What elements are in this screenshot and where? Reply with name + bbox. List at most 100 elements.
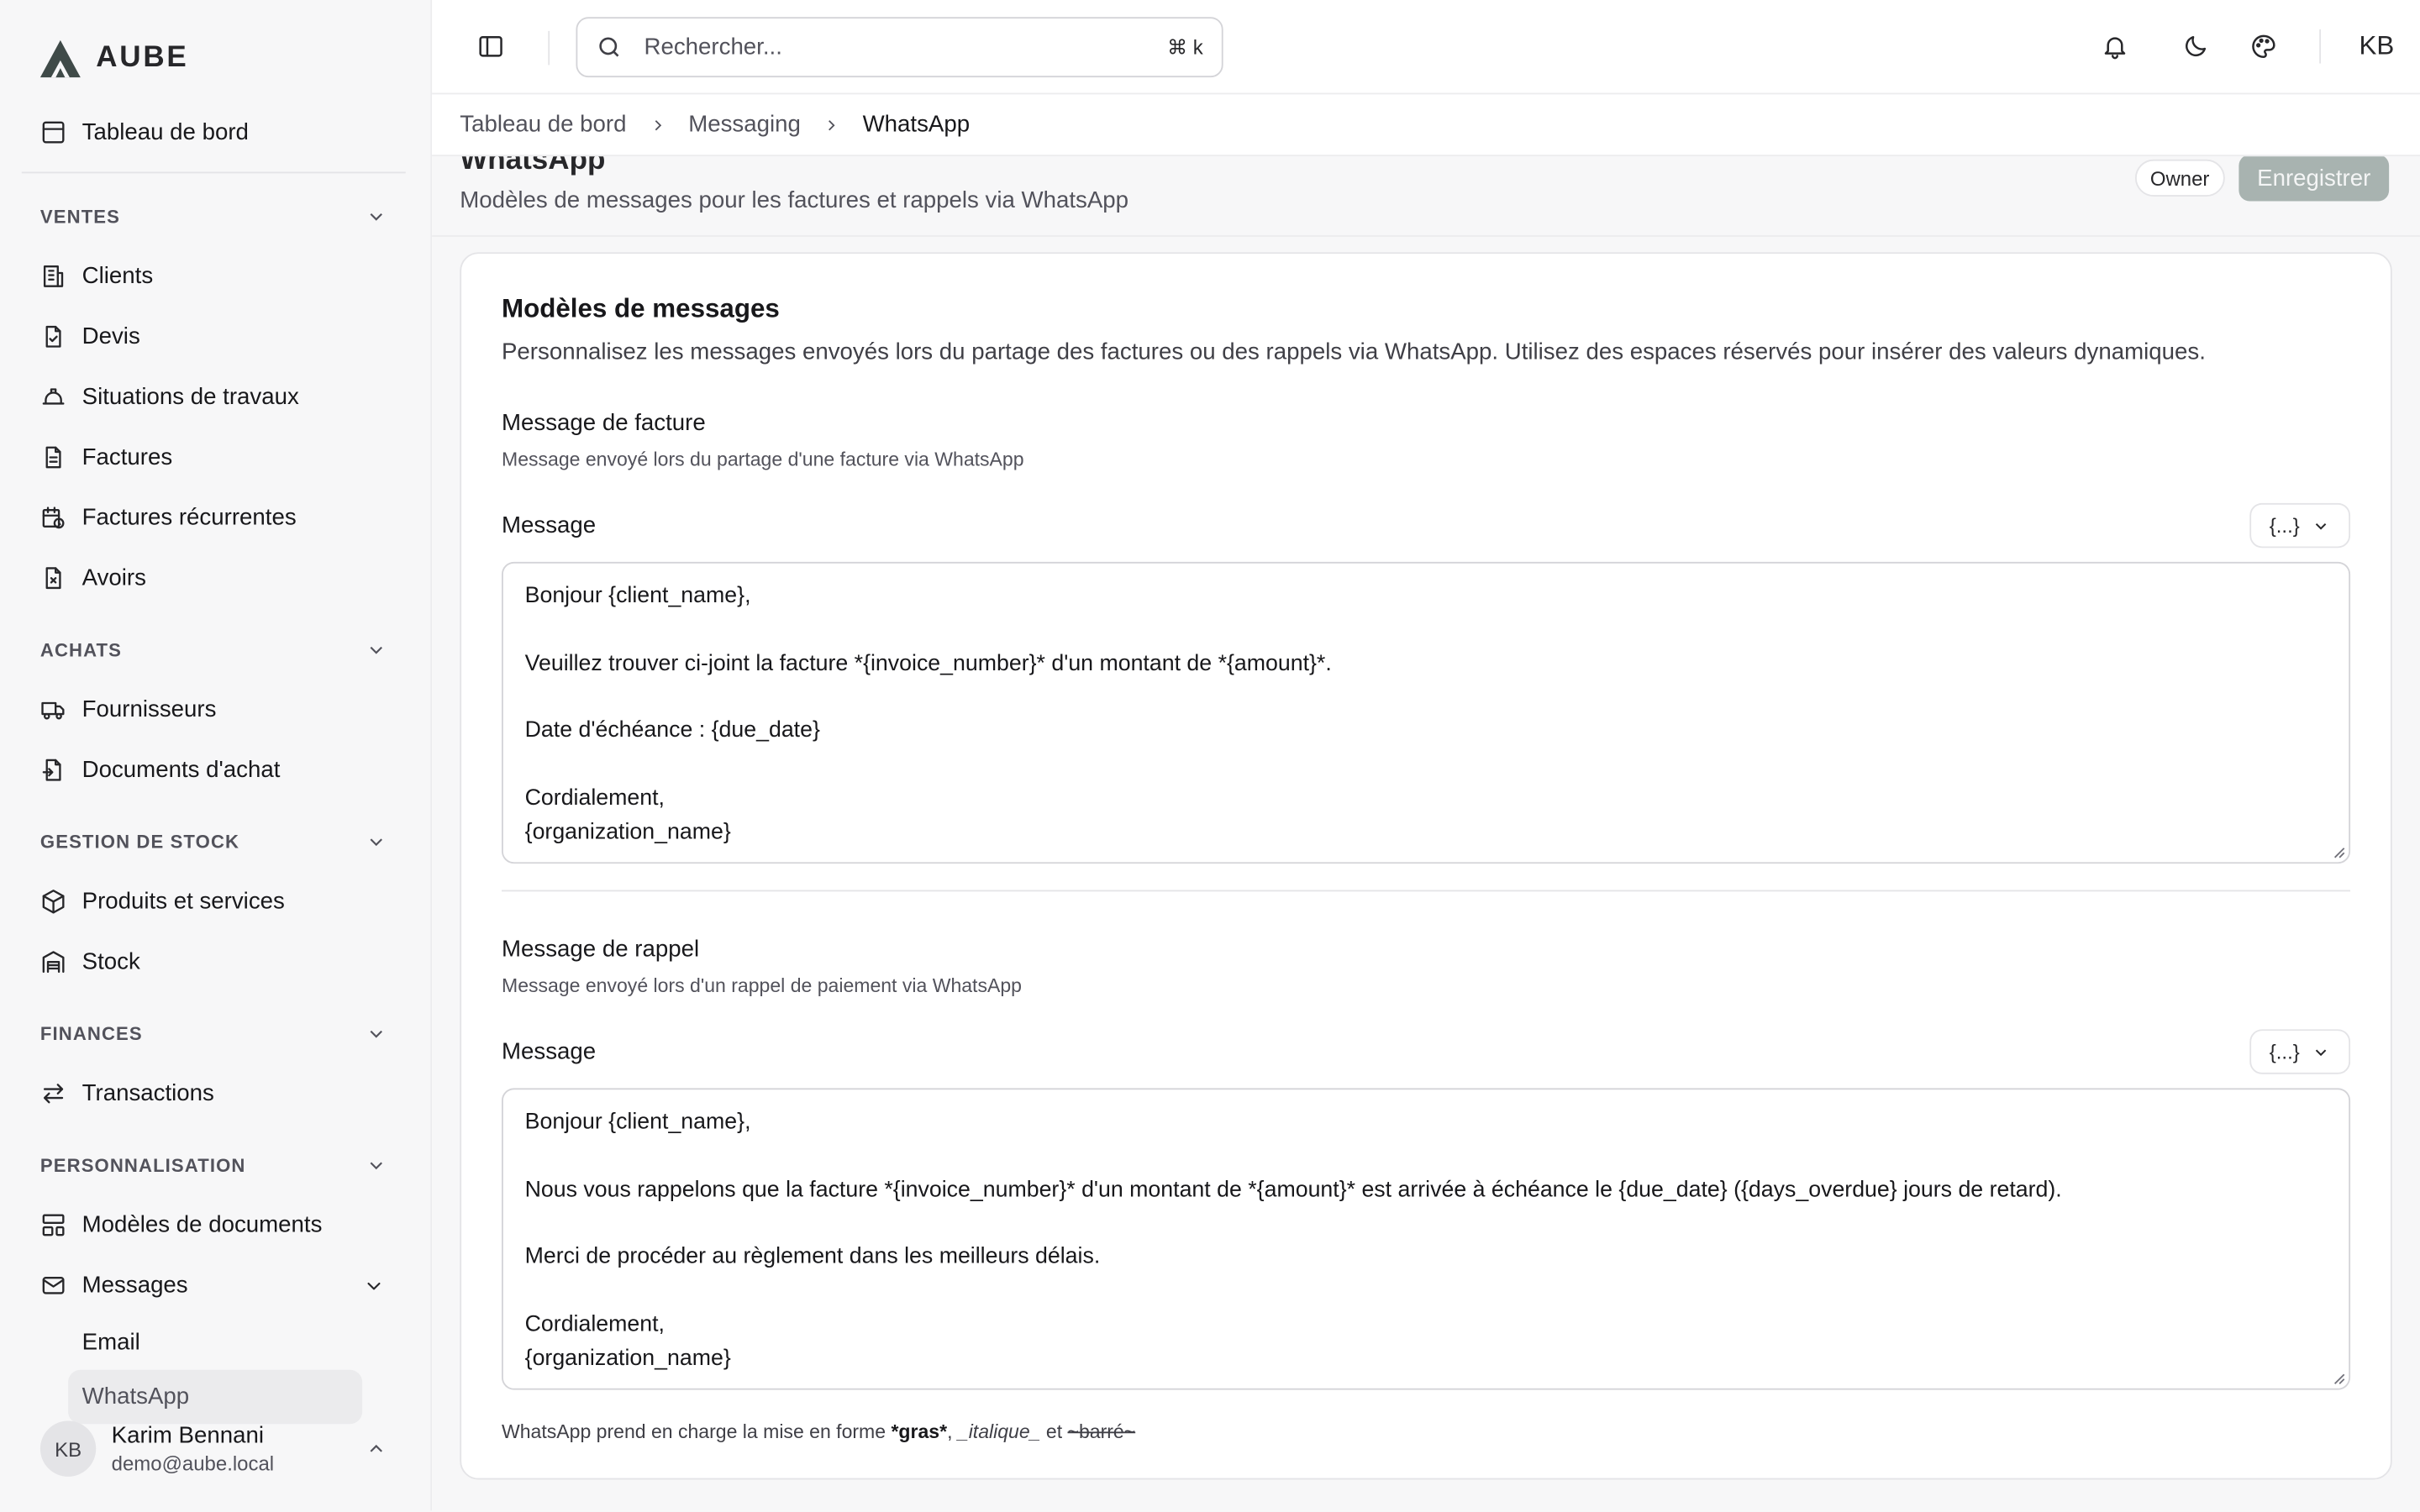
user-name: Karim Bennani [111, 1422, 264, 1449]
resize-handle-icon[interactable] [2330, 843, 2345, 858]
chevron-right-icon [654, 119, 661, 130]
invoice-hint: Message envoyé lors du partage d'une fac… [502, 449, 1024, 471]
page-subtitle: Modèles de messages pour les factures et… [460, 186, 1129, 214]
sidebar-item-label: Fournisseurs [82, 696, 217, 723]
reminder-section: Message de rappel Message envoyé lors d'… [502, 937, 2351, 1390]
save-button[interactable]: Enregistrer [2238, 156, 2390, 202]
invoice-message-textarea[interactable]: Bonjour {client_name}, Veuillez trouver … [502, 561, 2351, 864]
role-badge: Owner [2134, 159, 2225, 197]
sidebar-item-avoirs[interactable]: Avoirs [22, 548, 406, 608]
card-title: Modèles de messages [502, 294, 780, 324]
sidebar-item-produits[interactable]: Produits et services [22, 871, 406, 932]
sidebar-item-clients[interactable]: Clients [22, 246, 406, 307]
logo-text: AUBE [96, 41, 189, 75]
sidebar-item-fournisseurs[interactable]: Fournisseurs [22, 680, 406, 740]
breadcrumb-item[interactable]: Messaging [688, 112, 801, 138]
messages-item-content: Messages [40, 1273, 188, 1299]
page-header: WhatsApp Modèles de messages pour les fa… [432, 156, 2420, 237]
topbar-divider [2319, 29, 2322, 64]
palette-icon [2252, 34, 2275, 58]
page-title: WhatsApp [460, 156, 606, 177]
sidebar-divider [22, 995, 406, 997]
calendar-clock-icon [42, 507, 65, 529]
section-finances[interactable]: FINANCES [22, 1003, 406, 1063]
chevron-right-icon [829, 119, 835, 130]
bell-icon [2104, 37, 2126, 60]
breadcrumb-item[interactable]: Tableau de bord [460, 112, 626, 138]
chevron-down-icon [370, 1029, 382, 1037]
topbar-divider [548, 30, 550, 66]
breadcrumb-current: WhatsApp [862, 111, 971, 138]
section-ventes[interactable]: VENTES [22, 186, 406, 246]
content-area: Modèles de messages Personnalisez les me… [432, 236, 2420, 1511]
sidebar-item-dashboard[interactable]: Tableau de bord [22, 102, 406, 163]
user-email: demo@aube.local [111, 1452, 275, 1475]
reminder-message-text: Bonjour {client_name}, Nous vous rappelo… [524, 1110, 2062, 1371]
section-gestion-stock[interactable]: GESTION DE STOCK [22, 811, 406, 872]
user-menu[interactable]: KB Karim Bennani demo@aube.local [22, 1409, 406, 1489]
sidebar-divider [22, 803, 406, 805]
user-avatar-button[interactable]: KB [2349, 31, 2404, 62]
resize-handle-icon[interactable] [2330, 1370, 2345, 1385]
card-description: Personnalisez les messages envoyés lors … [502, 339, 2206, 365]
chevron-down-icon [370, 1161, 382, 1169]
sidebar-item-factures[interactable]: Factures [22, 428, 406, 488]
palette-button[interactable] [2236, 18, 2291, 74]
reminder-message-label: Message [502, 1038, 597, 1065]
sidebar-toggle-button[interactable] [463, 18, 518, 74]
sidebar-subitem-email[interactable]: Email [22, 1315, 406, 1369]
reminder-variables-button[interactable]: {...} [2249, 1029, 2351, 1074]
sidebar-item-modeles-documents[interactable]: Modèles de documents [22, 1194, 406, 1255]
footnote-text: WhatsApp prend en charge la mise en form… [502, 1420, 892, 1443]
sidebar-item-label: Situations de travaux [82, 383, 299, 411]
chevron-down-icon [2316, 1048, 2327, 1056]
sidebar-item-messages[interactable]: Messages [22, 1255, 406, 1315]
sidebar-item-factures-recurrentes[interactable]: Factures récurrentes [22, 487, 406, 548]
chevron-down-icon [2316, 522, 2327, 529]
app-logo[interactable]: AUBE [22, 15, 406, 102]
section-achats[interactable]: ACHATS [22, 619, 406, 680]
sidebar-item-devis[interactable]: Devis [22, 307, 406, 367]
aube-logo-icon [39, 39, 81, 78]
sidebar-divider [21, 171, 406, 174]
sidebar-item-label: Messages [82, 1272, 188, 1299]
file-text-icon [45, 446, 61, 469]
sidebar-item-label: Factures récurrentes [82, 504, 297, 532]
footnote-bold: *gras* [891, 1420, 948, 1443]
invoice-message-row: Message {...} [502, 502, 2351, 549]
invoice-section: Message de facture Message envoyé lors d… [502, 410, 2351, 864]
search-placeholder: Rechercher... [644, 34, 782, 60]
sidebar-item-documents-achat[interactable]: Documents d'achat [22, 740, 406, 801]
invoice-variables-button[interactable]: {...} [2249, 502, 2351, 549]
sidebar-divider [22, 612, 406, 613]
section-title: VENTES [39, 205, 121, 227]
sidebar-item-label: Factures [82, 444, 173, 471]
sidebar-item-label: Devis [82, 323, 140, 350]
formatting-footnote: WhatsApp prend en charge la mise en form… [502, 1421, 2350, 1443]
mail-icon [42, 1276, 65, 1294]
dashboard-icon [42, 121, 65, 144]
chevron-down-icon [370, 645, 382, 654]
sidebar: AUBE Tableau de bord VENTES Clients Devi… [0, 0, 431, 1511]
theme-toggle-button[interactable] [2168, 18, 2223, 74]
variables-label: {...} [2269, 513, 2300, 538]
truck-icon [41, 701, 65, 720]
avatar: KB [39, 1420, 97, 1477]
sidebar-item-situations[interactable]: Situations de travaux [22, 367, 406, 428]
main-content: Rechercher... ⌘ k KB Tableau de bord Mes… [430, 0, 2420, 1511]
panel-left-icon [479, 35, 502, 57]
section-personnalisation[interactable]: PERSONNALISATION [22, 1135, 406, 1195]
sidebar-item-stock[interactable]: Stock [22, 932, 406, 992]
footnote-italic: _italique_ [957, 1420, 1041, 1443]
sidebar-item-transactions[interactable]: Transactions [22, 1063, 406, 1124]
reminder-message-textarea[interactable]: Bonjour {client_name}, Nous vous rappelo… [502, 1088, 2351, 1390]
chevron-up-icon [370, 1444, 382, 1452]
sidebar-item-label: Transactions [82, 1080, 214, 1107]
footnote-separator: , [947, 1420, 958, 1443]
notifications-button[interactable] [2087, 18, 2143, 74]
invoice-message-text: Bonjour {client_name}, Veuillez trouver … [524, 583, 1332, 845]
search-icon [599, 37, 619, 57]
search-input[interactable]: Rechercher... ⌘ k [576, 17, 1223, 78]
breadcrumb: Tableau de bord Messaging WhatsApp [432, 94, 2420, 157]
moon-icon [2186, 35, 2207, 57]
